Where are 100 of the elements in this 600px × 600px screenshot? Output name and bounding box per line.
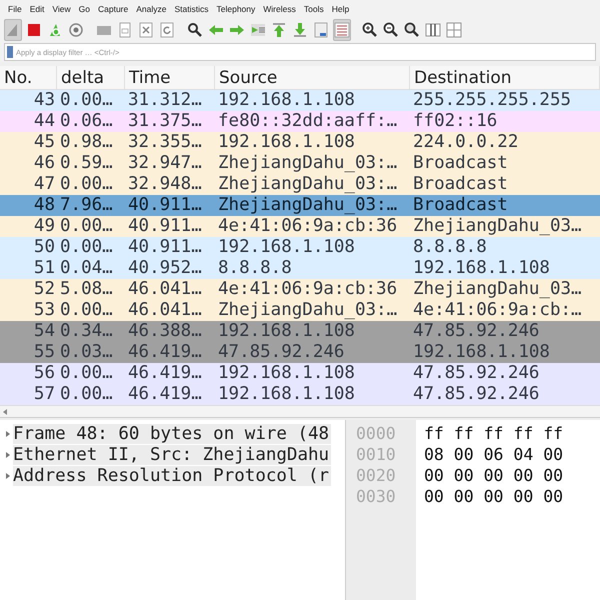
- tree-item[interactable]: Ethernet II, Src: ZhejiangDahu: [13, 444, 332, 464]
- table-cell-text: 40.911…: [127, 216, 203, 237]
- layout-icon: [446, 22, 462, 38]
- packet-row[interactable]: 50 0.00… 40.911… 192.168.1.108 8.8.8.8: [0, 237, 600, 258]
- menu-item[interactable]: Go: [74, 4, 94, 14]
- table-cell-text: 0.00…: [59, 90, 114, 111]
- last-packet-icon: [292, 22, 308, 38]
- table-cell-text: ZhejiangDahu_03…: [412, 279, 583, 300]
- tree-item[interactable]: Frame 48: 60 bytes on wire (48: [13, 424, 332, 444]
- file-icon: [117, 22, 133, 38]
- table-cell-text: 0.00…: [59, 363, 114, 384]
- column-header[interactable]: delta: [57, 66, 125, 89]
- autoscroll-icon: [313, 22, 329, 38]
- menu-item[interactable]: File: [4, 4, 26, 14]
- table-cell-text: 46: [32, 153, 56, 174]
- table-cell-text: 40.911…: [127, 195, 203, 216]
- table-cell-text: Broadcast: [412, 174, 509, 195]
- table-cell-text: 255.255.255.255: [412, 90, 572, 111]
- packet-row[interactable]: 53 0.00… 46.041… ZhejiangDahu_03:… 4e:41:06:9a:cb:…: [0, 300, 600, 321]
- column-header[interactable]: Destination: [410, 66, 600, 89]
- column-header[interactable]: Time: [125, 66, 215, 89]
- close-file-icon: [138, 22, 154, 38]
- menu-item[interactable]: Analyze: [132, 4, 170, 14]
- packet-row[interactable]: 43 0.00… 31.312… 192.168.1.108 255.255.255.255: [0, 90, 600, 111]
- packet-row[interactable]: 46 0.59… 32.947… ZhejiangDahu_03:… Broadcast: [0, 153, 600, 174]
- resize-columns-icon: [425, 22, 441, 38]
- menu-item[interactable]: View: [48, 4, 75, 14]
- table-cell-text: 192.168.1.108: [217, 384, 356, 405]
- scroll-left-icon[interactable]: [3, 408, 8, 414]
- table-cell-text: 192.168.1.108: [412, 342, 551, 363]
- hex-bytes: 08 00 06 04 00: [424, 444, 564, 465]
- table-cell-text: 192.168.1.108: [217, 321, 356, 342]
- expand-arrow-icon[interactable]: [5, 472, 11, 480]
- menu-item[interactable]: Edit: [26, 4, 48, 14]
- packet-row[interactable]: 49 0.00… 40.911… 4e:41:06:9a:cb:36 ZhejiangDahu_03…: [0, 216, 600, 237]
- hex-offset: 0000: [355, 423, 397, 444]
- table-cell-text: 192.168.1.108: [217, 132, 356, 153]
- table-cell-text: 55: [32, 342, 56, 363]
- menu-item[interactable]: Tools: [300, 4, 328, 14]
- table-cell-text: 8.8.8.8: [412, 237, 488, 258]
- menu-item[interactable]: Statistics: [170, 4, 212, 14]
- column-header[interactable]: Source: [215, 66, 410, 89]
- table-cell-text: 48: [32, 195, 56, 216]
- table-cell-text: 40.952…: [127, 258, 203, 279]
- table-cell-text: 0.98…: [59, 132, 114, 153]
- hex-bytes: ff ff ff ff ff: [424, 423, 564, 444]
- zoom-out-icon: [383, 22, 399, 38]
- stop-icon: [26, 22, 42, 38]
- table-cell-text: ZhejiangDahu_03:…: [217, 300, 398, 321]
- table-cell-text: 32.355…: [127, 132, 203, 153]
- packet-row[interactable]: 47 0.00… 32.948… ZhejiangDahu_03:… Broadcast: [0, 174, 600, 195]
- table-cell-text: 46.388…: [127, 321, 203, 342]
- table-cell-text: 8.8.8.8: [217, 258, 293, 279]
- first-packet-icon: [271, 22, 287, 38]
- table-cell-text: 0.03…: [59, 342, 114, 363]
- menu-item[interactable]: Wireless: [259, 4, 300, 14]
- menu-item[interactable]: Telephony: [212, 4, 260, 14]
- table-cell-text: 0.00…: [59, 384, 114, 405]
- packet-row[interactable]: 55 0.03… 46.419… 47.85.92.246 192.168.1.108: [0, 342, 600, 363]
- table-cell-text: 0.00…: [59, 216, 114, 237]
- table-cell-text: 46.419…: [127, 342, 203, 363]
- table-cell-text: 57: [32, 384, 56, 405]
- table-cell-text: 0.04…: [59, 258, 114, 279]
- table-cell-text: 0.00…: [59, 237, 114, 258]
- table-cell-text: 56: [32, 363, 56, 384]
- table-cell-text: 51: [32, 258, 56, 279]
- table-cell-text: fe80::32dd:aaff:…: [217, 111, 398, 132]
- packet-row[interactable]: 45 0.98… 32.355… 192.168.1.108 224.0.0.22: [0, 132, 600, 153]
- packet-row[interactable]: 56 0.00… 46.419… 192.168.1.108 47.85.92.246: [0, 363, 600, 384]
- left-arrow-icon: [208, 22, 224, 38]
- table-cell-text: 32.947…: [127, 153, 203, 174]
- packet-row[interactable]: 44 0.06… 31.375… fe80::32dd:aaff:… ff02::16: [0, 111, 600, 132]
- table-cell-text: 0.06…: [59, 111, 114, 132]
- table-cell-text: 47: [32, 174, 56, 195]
- menu-item[interactable]: Help: [328, 4, 354, 14]
- restart-icon: [47, 22, 63, 38]
- menu-item[interactable]: Capture: [94, 4, 132, 14]
- table-cell-text: 192.168.1.108: [217, 90, 356, 111]
- zoom-reset-icon: [404, 22, 420, 38]
- packet-row[interactable]: 51 0.04… 40.952… 8.8.8.8 192.168.1.108: [0, 258, 600, 279]
- right-arrow-icon: [229, 22, 245, 38]
- column-header[interactable]: No.: [0, 66, 57, 89]
- table-cell-text: 31.375…: [127, 111, 203, 132]
- table-cell-text: 4e:41:06:9a:cb:36: [217, 279, 398, 300]
- expand-arrow-icon[interactable]: [5, 450, 11, 458]
- table-cell-text: 0.34…: [59, 321, 114, 342]
- table-cell-text: 44: [32, 111, 56, 132]
- table-cell-text: 224.0.0.22: [412, 132, 520, 153]
- table-cell-text: 40.911…: [127, 237, 203, 258]
- packet-row[interactable]: 48 7.96… 40.911… ZhejiangDahu_03:… Broadcast: [0, 195, 600, 216]
- expand-arrow-icon[interactable]: [5, 430, 11, 438]
- table-cell-text: 53: [32, 300, 56, 321]
- tree-item[interactable]: Address Resolution Protocol (r: [13, 466, 332, 486]
- table-cell-text: 47.85.92.246: [412, 384, 540, 405]
- table-cell-text: 0.00…: [59, 174, 114, 195]
- packet-row[interactable]: 54 0.34… 46.388… 192.168.1.108 47.85.92.246: [0, 321, 600, 342]
- table-cell-text: 0.00…: [59, 300, 114, 321]
- table-cell-text: 47.85.92.246: [412, 321, 540, 342]
- packet-row[interactable]: 57 0.00… 46.419… 192.168.1.108 47.85.92.246: [0, 384, 600, 405]
- packet-row[interactable]: 52 5.08… 46.041… 4e:41:06:9a:cb:36 ZhejiangDahu_03…: [0, 279, 600, 300]
